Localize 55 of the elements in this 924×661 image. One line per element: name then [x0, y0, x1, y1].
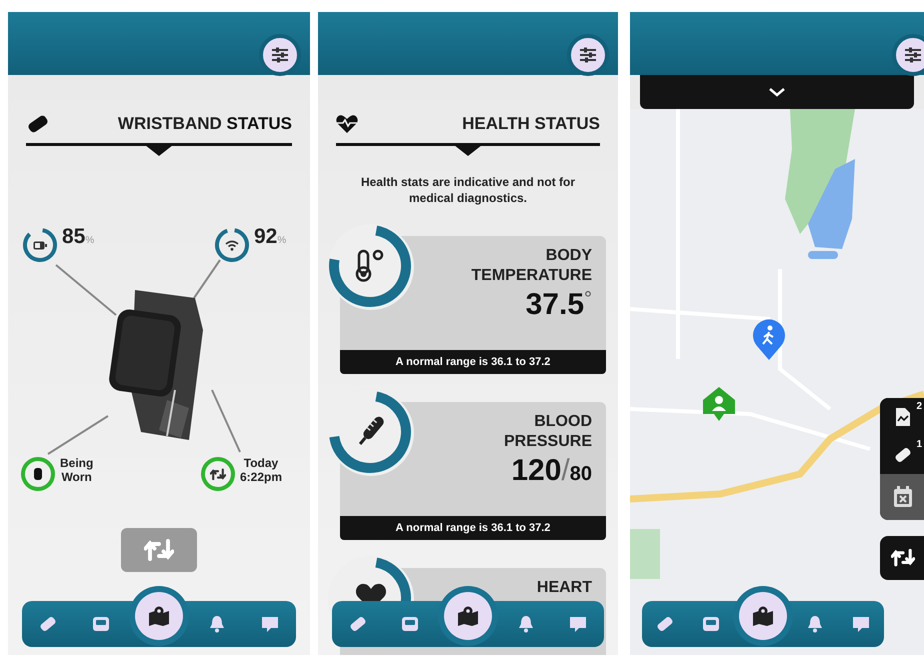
bell-icon	[209, 615, 226, 633]
count-label: 1	[916, 439, 922, 450]
watch-icon	[34, 468, 42, 480]
bell-icon	[807, 615, 823, 633]
leader-line	[47, 415, 109, 455]
tray-icon	[92, 616, 110, 632]
normal-range-note: A normal range is 36.1 to 37.2	[340, 516, 606, 540]
walking-person-pin-icon	[752, 318, 786, 360]
sliders-icon	[271, 47, 289, 63]
map-pin-icon	[457, 606, 479, 626]
leader-line	[193, 259, 221, 299]
home-person-icon	[702, 386, 736, 422]
filter-button[interactable]	[259, 34, 301, 76]
chat-icon	[569, 616, 587, 632]
wifi-icon	[225, 240, 239, 250]
stat-title: BLOOD PRESSURE	[502, 412, 592, 452]
filter-button[interactable]	[892, 34, 924, 76]
stat-title: HEART	[536, 578, 592, 598]
map-pin-icon	[752, 606, 774, 626]
heartbeat-icon	[336, 115, 358, 133]
status-reading: 85%	[62, 225, 94, 249]
nav-button[interactable]	[739, 592, 787, 640]
map-tool-button[interactable]	[880, 474, 924, 520]
map-pin-icon	[148, 606, 170, 626]
status-label: Being Worn	[60, 456, 94, 484]
sync-button[interactable]	[880, 536, 924, 580]
sync-icon	[891, 548, 915, 568]
stat-value: 37.5°	[526, 288, 592, 322]
chevron-down-icon	[768, 87, 786, 97]
tray-icon	[702, 616, 720, 632]
leader-line	[211, 390, 241, 452]
chat-icon	[852, 616, 870, 632]
tray-icon	[401, 616, 419, 632]
nav-button[interactable]	[134, 592, 183, 640]
section-title: WRISTBAND STATUS	[118, 114, 292, 134]
disclaimer-text: Health stats are indicative and not for medical diagnostics.	[360, 174, 576, 206]
document-chart-icon	[895, 407, 911, 427]
nav-button[interactable]	[444, 592, 492, 640]
stat-title: BODY TEMPERATURE	[470, 246, 592, 286]
sync-icon	[210, 468, 226, 480]
status-reading: 92%	[254, 225, 286, 249]
battery-icon	[33, 240, 47, 250]
sliders-icon	[904, 47, 922, 63]
sync-icon	[144, 538, 174, 562]
calendar-x-icon	[893, 486, 913, 508]
section-title: HEALTH STATUS	[462, 114, 600, 134]
status-label: Today 6:22pm	[240, 456, 282, 484]
filter-button[interactable]	[567, 34, 609, 76]
sliders-icon	[579, 47, 597, 63]
stat-value: 120/80	[511, 454, 592, 488]
leader-line	[55, 264, 117, 316]
chat-icon	[260, 616, 279, 632]
bell-icon	[518, 615, 534, 633]
count-label: 2	[916, 401, 922, 412]
normal-range-note: A normal range is 36.1 to 37.2	[340, 350, 606, 374]
